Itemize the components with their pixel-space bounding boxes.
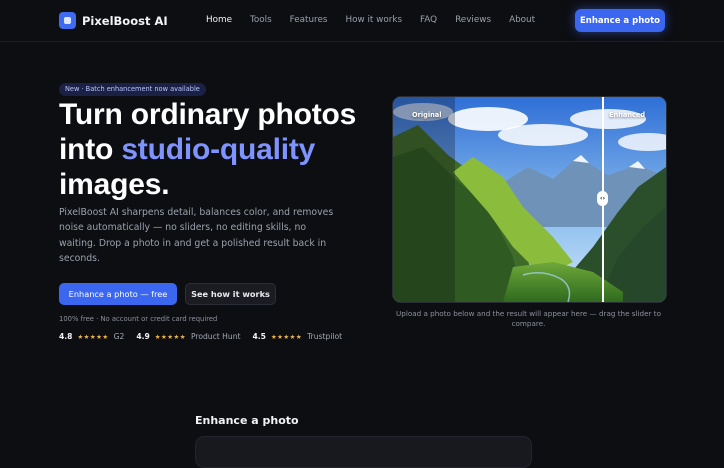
enhance-section-title: Enhance a photo: [195, 414, 299, 427]
rating-score: 4.9: [136, 332, 150, 341]
brand-logo[interactable]: PixelBoost AI: [59, 12, 168, 29]
brand-mark-icon: [59, 12, 76, 29]
see-how-it-works-button[interactable]: See how it works: [185, 283, 276, 305]
hero-description: PixelBoost AI sharpens detail, balances …: [59, 207, 334, 265]
hero-headline: Turn ordinary photos into studio-quality…: [59, 97, 379, 202]
star-rating-icon: ★★★★★: [154, 332, 186, 341]
enhance-free-button[interactable]: Enhance a photo — free: [59, 283, 177, 305]
ratings-row: 4.8 ★★★★★ G2 4.9 ★★★★★ Product Hunt 4.5 …: [59, 332, 342, 341]
nav-link-features[interactable]: Features: [290, 15, 328, 25]
nav-link-home[interactable]: Home: [206, 15, 232, 25]
rating-source: Product Hunt: [190, 332, 241, 341]
brand-name: PixelBoost AI: [82, 13, 168, 28]
original-label: Original: [412, 111, 442, 119]
landscape-photo: [393, 97, 666, 302]
slider-handle-icon[interactable]: ‹›: [597, 191, 608, 206]
nav-link-faq[interactable]: FAQ: [420, 15, 437, 25]
nav-link-about[interactable]: About: [509, 15, 535, 25]
nav-link-how-it-works[interactable]: How it works: [345, 15, 402, 25]
rating-score: 4.5: [252, 332, 266, 341]
top-navigation: PixelBoost AI Home Tools Features How it…: [0, 0, 724, 42]
rating-g2: 4.8 ★★★★★ G2: [59, 332, 124, 341]
nav-link-tools[interactable]: Tools: [250, 15, 272, 25]
comparison-caption: Upload a photo below and the result will…: [396, 309, 661, 328]
upload-panel[interactable]: [195, 436, 532, 468]
headline-line-3: images.: [59, 168, 170, 201]
star-rating-icon: ★★★★★: [77, 332, 109, 341]
announcement-badge[interactable]: New · Batch enhancement now available: [59, 83, 206, 96]
before-after-comparison[interactable]: Original Enhanced ‹›: [392, 96, 667, 303]
rating-score: 4.8: [59, 332, 73, 341]
nav-link-reviews[interactable]: Reviews: [455, 15, 491, 25]
headline-accent: studio-quality: [121, 133, 316, 166]
enhanced-label: Enhanced: [609, 111, 646, 119]
nav-enhance-button[interactable]: Enhance a photo: [575, 9, 665, 32]
headline-line-2-prefix: into: [59, 133, 122, 166]
nav-links: Home Tools Features How it works FAQ Rev…: [206, 15, 535, 25]
headline-line-1: Turn ordinary photos: [59, 98, 357, 131]
rating-source: G2: [113, 332, 125, 341]
rating-product-hunt: 4.9 ★★★★★ Product Hunt: [136, 332, 240, 341]
rating-source: Trustpilot: [307, 332, 343, 341]
rating-trustpilot: 4.5 ★★★★★ Trustpilot: [253, 332, 343, 341]
star-rating-icon: ★★★★★: [270, 332, 303, 341]
free-note: 100% free · No account or credit card re…: [59, 315, 218, 323]
